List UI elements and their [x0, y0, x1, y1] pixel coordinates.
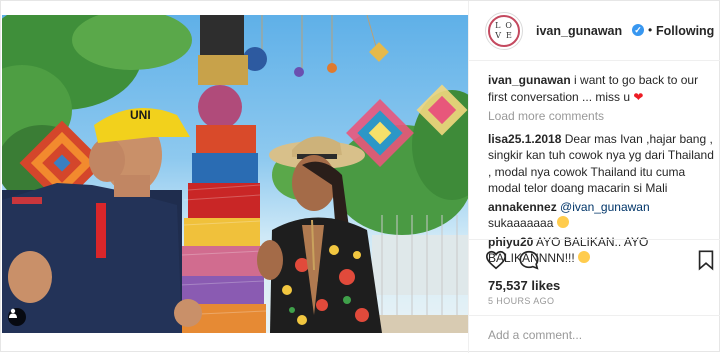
- heart-icon[interactable]: [485, 249, 507, 271]
- likes-count[interactable]: 75,537 likes: [488, 278, 560, 293]
- hat-text: UNI: [130, 108, 151, 122]
- comment-text: sukaaaaaaa: [488, 216, 554, 230]
- comment-icon[interactable]: [518, 249, 540, 271]
- avatar-letter: E: [505, 31, 513, 40]
- mention-link[interactable]: @ivan_gunawan: [560, 200, 650, 214]
- bookmark-icon[interactable]: [695, 249, 717, 271]
- user-tag-icon[interactable]: [8, 308, 26, 326]
- post-photo[interactable]: UNI: [2, 15, 468, 333]
- avatar[interactable]: L O V E: [485, 12, 523, 50]
- avatar-letter: L: [495, 21, 502, 30]
- comment-item: annakennez @ivan_gunawan sukaaaaaaa: [488, 199, 714, 232]
- person-glyph: [9, 308, 17, 318]
- red-heart-emoji-icon: ❤: [633, 89, 644, 104]
- post-header: L O V E ivan_gunawan ✓ • Following: [469, 1, 720, 61]
- action-bar: [469, 239, 720, 277]
- comment-item: lisa25.1.2018 Dear mas Ivan ,hajar bang …: [488, 131, 714, 197]
- load-more-comments-link[interactable]: Load more comments: [488, 108, 714, 125]
- avatar-logo: L O V E: [488, 15, 520, 47]
- instagram-post-frame: UNI L O V E ivan_gunawan ✓ • Following i…: [0, 0, 720, 353]
- comment-username[interactable]: lisa25.1.2018: [488, 132, 561, 146]
- following-button[interactable]: Following: [656, 24, 714, 38]
- photo-illustration: UNI: [2, 15, 468, 333]
- add-comment-input[interactable]: [488, 327, 688, 343]
- avatar-letter: V: [495, 31, 502, 40]
- username-link[interactable]: ivan_gunawan: [536, 24, 622, 38]
- add-comment-section: [469, 315, 720, 353]
- post-side-panel: L O V E ivan_gunawan ✓ • Following ivan_…: [468, 1, 720, 353]
- separator-dot: •: [648, 23, 653, 37]
- avatar-letter: O: [505, 21, 513, 30]
- heart-eyes-emoji-icon: [556, 216, 569, 228]
- caption-username[interactable]: ivan_gunawan: [488, 73, 571, 87]
- caption: ivan_gunawan i want to go back to our fi…: [488, 72, 714, 105]
- verified-badge-icon: ✓: [632, 24, 644, 36]
- comment-username[interactable]: annakennez: [488, 200, 557, 214]
- post-timestamp[interactable]: 5 HOURS AGO: [488, 296, 554, 306]
